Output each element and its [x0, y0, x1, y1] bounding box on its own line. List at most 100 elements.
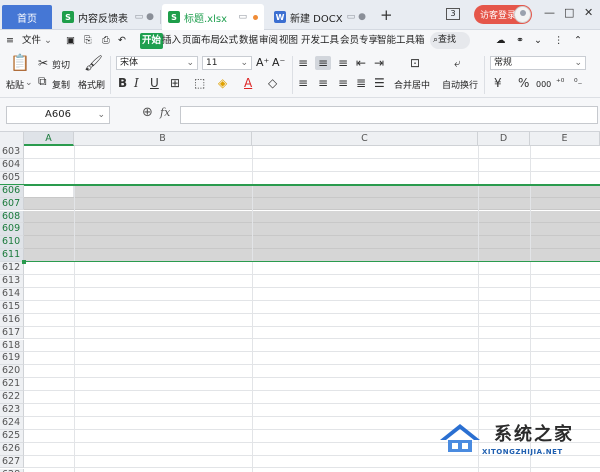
table-row[interactable]: 604	[0, 158, 600, 172]
wrap-text-icon[interactable]: ⤶	[454, 56, 461, 70]
menu-data[interactable]: 数据	[239, 33, 258, 49]
table-row[interactable]: 607	[0, 197, 600, 211]
row-header[interactable]: 603	[0, 146, 24, 159]
indent-decrease-icon[interactable]: ⇤	[356, 56, 366, 70]
column-header-b[interactable]: B	[74, 132, 252, 146]
row-cells[interactable]	[24, 236, 600, 250]
column-header-c[interactable]: C	[252, 132, 478, 146]
chevron-down-icon[interactable]: ⌄	[44, 33, 52, 49]
wrap-text-button[interactable]: 自动换行	[442, 78, 478, 91]
row-header[interactable]: 619	[0, 352, 24, 366]
more-icon[interactable]: ⋮	[554, 33, 564, 49]
font-color-icon[interactable]: A	[244, 76, 252, 90]
row-cells[interactable]	[24, 146, 600, 159]
minimize-icon[interactable]: —	[544, 6, 555, 19]
indent-increase-icon[interactable]: ⇥	[374, 56, 384, 70]
table-row[interactable]: 614	[0, 287, 600, 301]
border-icon[interactable]: ⊞	[170, 76, 180, 90]
font-name-select[interactable]: 宋体 ⌄	[116, 56, 198, 70]
chevron-down-icon[interactable]: ⌄	[25, 78, 33, 88]
fx-icon[interactable]: fx	[160, 106, 170, 119]
row-header[interactable]: 612	[0, 262, 24, 275]
decrease-decimal-icon[interactable]: ⁰₋	[574, 76, 582, 90]
row-header[interactable]: 617	[0, 326, 24, 340]
row-cells[interactable]	[24, 365, 600, 379]
table-row[interactable]: 606	[0, 184, 600, 198]
save-icon[interactable]: ▣	[66, 33, 75, 49]
menu-view[interactable]: 视图	[279, 33, 298, 49]
row-header[interactable]: 616	[0, 313, 24, 327]
table-row[interactable]: 612	[0, 262, 600, 275]
align-left-icon[interactable]: ≡	[298, 76, 308, 90]
distribute-icon[interactable]: ☰	[374, 76, 385, 90]
row-header[interactable]: 623	[0, 404, 24, 417]
copy-button[interactable]: 复制	[52, 78, 70, 91]
menu-dev-tools[interactable]: 开发工具	[301, 33, 339, 49]
row-cells[interactable]	[24, 184, 600, 198]
menu-member[interactable]: 会员专享	[340, 33, 378, 49]
font-size-select[interactable]: 11 ⌄	[202, 56, 252, 70]
number-format-select[interactable]: 常规 ⌄	[490, 56, 586, 70]
align-middle-icon[interactable]: ≡	[318, 56, 328, 70]
row-header[interactable]: 620	[0, 365, 24, 379]
table-row[interactable]: 618	[0, 339, 600, 353]
table-row[interactable]: 615	[0, 300, 600, 314]
close-icon[interactable]: ✕	[584, 6, 593, 19]
column-header-e[interactable]: E	[530, 132, 600, 146]
row-header[interactable]: 611	[0, 249, 24, 263]
format-painter-icon[interactable]: 🖌	[84, 56, 103, 71]
table-row[interactable]: 622	[0, 391, 600, 404]
tab-title-xlsx[interactable]: S 标题.xlsx ▭	[162, 4, 264, 30]
row-header[interactable]: 627	[0, 455, 24, 469]
row-cells[interactable]	[24, 223, 600, 237]
table-row[interactable]: 609	[0, 223, 600, 237]
collapse-ribbon-icon[interactable]: ⌄	[534, 33, 542, 49]
column-header-d[interactable]: D	[478, 132, 530, 146]
row-header[interactable]: 626	[0, 442, 24, 456]
row-cells[interactable]	[24, 210, 600, 224]
row-header[interactable]: 624	[0, 416, 24, 430]
menu-page-layout[interactable]: 页面布局	[182, 33, 220, 49]
cloud-icon[interactable]: ☁	[496, 33, 506, 49]
fill-color-icon[interactable]: ◈	[218, 76, 227, 90]
table-row[interactable]: 619	[0, 352, 600, 366]
name-box[interactable]: A606 ⌄	[6, 106, 110, 124]
tab-home[interactable]: 首页	[2, 5, 52, 29]
row-header[interactable]: 608	[0, 210, 24, 224]
decrease-font-icon[interactable]: A⁻	[272, 56, 285, 69]
row-cells[interactable]	[24, 275, 600, 288]
export-icon[interactable]: ⎘	[84, 33, 92, 49]
table-row[interactable]: 620	[0, 365, 600, 379]
row-header[interactable]: 618	[0, 339, 24, 353]
underline-icon[interactable]: U	[150, 76, 159, 90]
tab-new-docx[interactable]: W 新建 DOCX 文 ▭ ●	[268, 4, 372, 30]
cut-button[interactable]: 剪切	[52, 58, 70, 71]
print-icon[interactable]: ⎙	[102, 33, 110, 49]
row-header[interactable]: 621	[0, 378, 24, 392]
row-header[interactable]: 614	[0, 287, 24, 301]
row-cells[interactable]	[24, 352, 600, 366]
zoom-icon[interactable]: ⊕	[142, 105, 153, 120]
paste-icon[interactable]: 📋	[10, 55, 30, 71]
merge-center-icon[interactable]: ⊡	[410, 56, 420, 70]
scissors-icon[interactable]: ✂	[38, 56, 48, 70]
guest-login-button[interactable]: 访客登录	[474, 5, 532, 24]
percent-button[interactable]: %	[518, 76, 529, 90]
active-cell[interactable]	[24, 184, 74, 197]
undo-icon[interactable]: ↶	[118, 33, 126, 49]
fill-pattern-icon[interactable]: ⬚	[194, 76, 205, 90]
row-header[interactable]: 609	[0, 223, 24, 237]
chevron-up-icon[interactable]: ⌃	[574, 33, 582, 49]
bold-icon[interactable]: B	[118, 76, 127, 90]
justify-icon[interactable]: ≣	[356, 76, 366, 90]
maximize-icon[interactable]: □	[564, 6, 574, 19]
copy-icon[interactable]: ⧉	[38, 74, 47, 88]
menu-home[interactable]: 开始	[140, 33, 164, 49]
menu-smart-toolbox[interactable]: 智能工具箱	[377, 33, 425, 49]
align-right-icon[interactable]: ≡	[338, 76, 348, 90]
currency-button[interactable]: ¥	[494, 76, 502, 90]
row-header[interactable]: 607	[0, 197, 24, 211]
row-header[interactable]: 625	[0, 429, 24, 443]
new-tab-plus-icon[interactable]: +	[380, 6, 393, 24]
window-count-badge[interactable]: 3	[446, 8, 460, 20]
